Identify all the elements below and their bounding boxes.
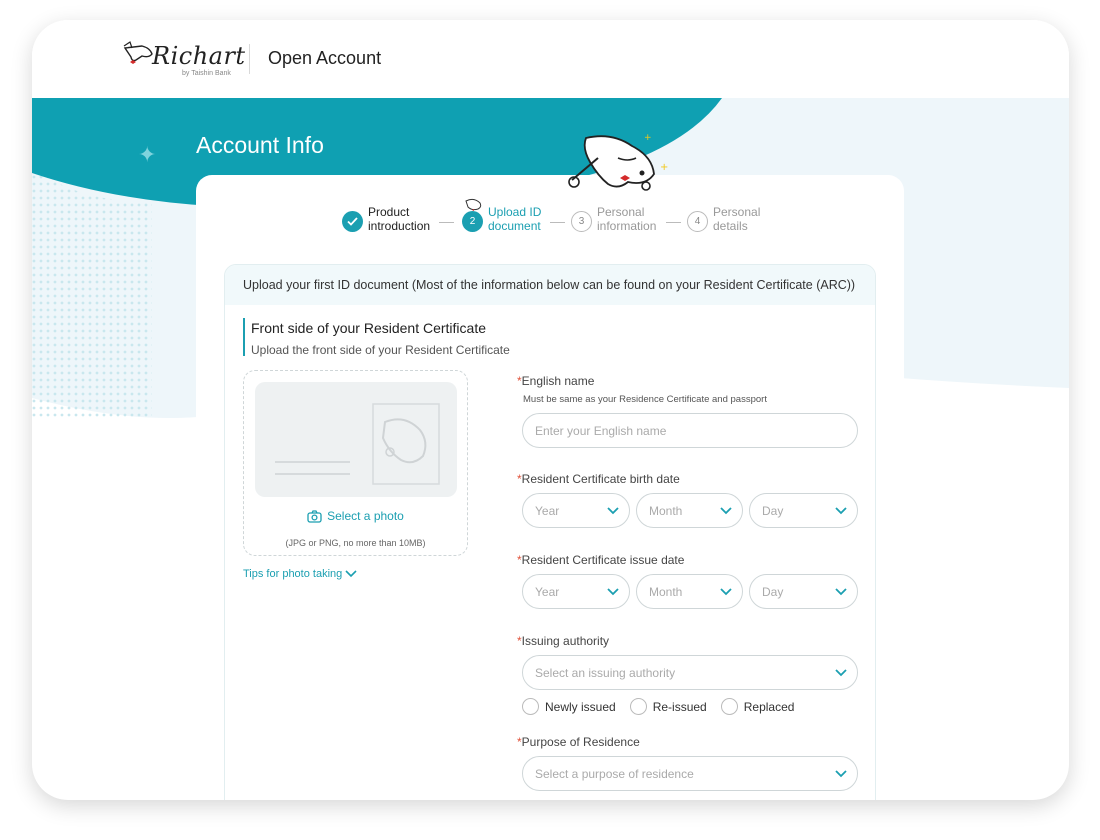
richart-dog-logo-icon [123,41,153,64]
chevron-down-icon [835,668,847,676]
id-card-illustration-icon [275,403,440,485]
mascot-dog-icon: + + [568,133,668,191]
step-product-introduction[interactable]: Product introduction [342,205,440,233]
issue-date-label-text: Resident Certificate issue date [521,553,685,567]
id-card-placeholder [255,382,457,497]
hero-title: Account Info [196,132,324,158]
birth-month-value: Month [649,503,683,518]
chevron-down-icon [720,506,732,514]
chevron-down-icon [720,587,732,595]
radio-circle [720,698,738,715]
account-info-card: Product introduction 2 Upload ID documen… [196,175,904,800]
section-title: Front side of your Resident Certificate [251,320,486,336]
richart-logo[interactable]: Richart by Taishin Bank [122,40,245,84]
issue-type-radio-group: Newly issued Re-issued Replaced [522,698,794,715]
radio-circle [629,698,647,715]
purpose-select[interactable]: Select a purpose of residence [522,756,858,791]
select-photo-button[interactable]: Select a photo [244,509,467,523]
radio-label: Newly issued [545,699,616,714]
english-name-hint: Must be same as your Residence Certifica… [523,394,767,405]
mini-mascot-icon [465,198,482,211]
select-photo-label: Select a photo [327,509,404,523]
section-subtitle: Upload the front side of your Resident C… [251,343,510,357]
birth-day-select[interactable]: Day [749,493,858,528]
issue-date-label: *Resident Certificate issue date [517,553,684,567]
step-connector [666,222,681,223]
step-label: Product introduction [368,205,431,233]
chevron-down-icon [835,506,847,514]
step-label: Personal information [597,205,657,233]
logo-wordmark: Richart [152,42,246,70]
chevron-down-icon [607,587,619,595]
top-header: Richart by Taishin Bank Open Account [32,20,1069,98]
english-name-label: *English name [517,374,594,388]
radio-newly-issued[interactable]: Newly issued [522,698,616,715]
tips-label: Tips for photo taking [243,568,343,580]
issue-month-select[interactable]: Month [636,574,743,609]
birth-year-value: Year [535,503,560,518]
radio-re-issued[interactable]: Re-issued [629,698,707,715]
chevron-down-icon [345,570,357,578]
birth-day-value: Day [762,503,784,518]
id-upload-panel: Upload your first ID document (Most of t… [224,264,876,800]
english-name-input[interactable] [522,413,858,448]
check-icon [342,211,363,232]
radio-circle [522,698,539,715]
sparkle-icon: ✦ [138,142,157,167]
progress-stepper: Product introduction 2 Upload ID documen… [196,198,904,245]
purpose-label-text: Purpose of Residence [521,735,640,749]
issue-year-value: Year [535,584,560,599]
step-label: Upload ID document [488,205,542,233]
birth-date-label: *Resident Certificate birth date [517,472,680,486]
issuing-authority-placeholder: Select an issuing authority [535,665,676,680]
step-connector [439,222,454,223]
radio-label: Replaced [743,699,795,714]
logo-subtext: by Taishin Bank [182,70,231,77]
radio-label: Re-issued [652,699,707,714]
birth-month-select[interactable]: Month [636,493,743,528]
issue-month-value: Month [649,584,683,599]
photo-tips-toggle[interactable]: Tips for photo taking [243,568,357,580]
birth-date-label-text: Resident Certificate birth date [521,472,680,486]
purpose-label: *Purpose of Residence [517,735,640,749]
upload-format-note: (JPG or PNG, no more than 10MB) [285,538,426,548]
chevron-down-icon [607,506,619,514]
photo-upload-dropzone[interactable]: Select a photo (JPG or PNG, no more than… [243,370,468,556]
english-name-label-text: English name [521,374,595,388]
header-divider [249,44,250,74]
issuing-authority-label-text: Issuing authority [521,634,610,648]
step-number: 2 [462,211,483,232]
issuing-authority-label: *Issuing authority [517,634,609,648]
issue-day-value: Day [762,584,784,599]
app-window: Richart by Taishin Bank Open Account ✦ A… [32,20,1069,800]
svg-text:+: + [644,133,652,143]
step-personal-details[interactable]: 4 Personal details [687,205,785,233]
issue-day-select[interactable]: Day [749,574,858,609]
panel-heading: Upload your first ID document (Most of t… [225,265,875,305]
svg-text:+: + [660,162,668,173]
step-number: 4 [687,211,708,232]
purpose-placeholder: Select a purpose of residence [535,766,694,781]
step-number: 3 [571,211,592,232]
step-connector [550,222,565,223]
issue-year-select[interactable]: Year [522,574,630,609]
step-personal-information[interactable]: 3 Personal information [571,205,669,233]
step-label: Personal details [713,205,761,233]
chevron-down-icon [835,769,847,777]
camera-icon [307,509,322,523]
issuing-authority-select[interactable]: Select an issuing authority [522,655,858,690]
chevron-down-icon [835,587,847,595]
section-accent-bar [243,318,245,356]
radio-replaced[interactable]: Replaced [720,698,795,715]
birth-year-select[interactable]: Year [522,493,630,528]
page-title: Open Account [268,48,382,68]
